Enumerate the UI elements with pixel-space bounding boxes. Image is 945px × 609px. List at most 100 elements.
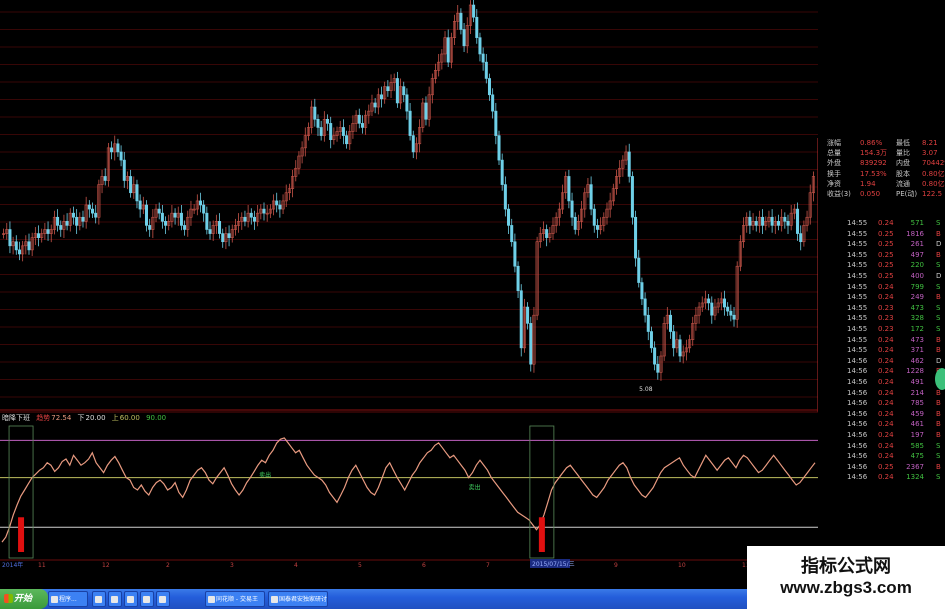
tick-row[interactable]: 14:56 0.24 214 B xyxy=(818,388,945,399)
taskbar-button[interactable]: 国泰君安独家研讨 xyxy=(268,591,328,607)
candle-body xyxy=(129,176,133,194)
tick-side: S xyxy=(936,452,941,461)
time-tick-label: 7 xyxy=(486,562,490,569)
tick-row[interactable]: 14:55 0.24 571 S xyxy=(818,218,945,229)
candle-body xyxy=(507,208,511,226)
candle-body xyxy=(75,216,79,226)
watermark-url: www.zbgs3.com xyxy=(780,578,912,597)
quote-row: 收益(3) 0.050 PE(动) 122.5 xyxy=(818,189,945,199)
tick-time: 14:56 xyxy=(847,452,868,461)
candle-body xyxy=(656,363,660,373)
taskbar-button[interactable]: 程序... xyxy=(48,591,88,607)
tick-row[interactable]: 14:55 0.25 1816 B xyxy=(818,229,945,240)
quick-launch-icon[interactable] xyxy=(92,591,106,607)
tick-row[interactable]: 14:56 0.24 785 B xyxy=(818,398,945,409)
quick-launch-icon[interactable] xyxy=(156,591,170,607)
quote-row: 涨幅 0.86% 最低 8.21 xyxy=(818,138,945,148)
tick-row[interactable]: 14:56 0.25 2367 B xyxy=(818,462,945,473)
tick-row[interactable]: 14:55 0.25 497 B xyxy=(818,250,945,261)
tick-row[interactable]: 14:55 0.24 249 B xyxy=(818,292,945,303)
tick-price: 0.24 xyxy=(878,335,894,344)
candle-body xyxy=(160,212,164,222)
candle-body xyxy=(65,221,69,226)
quote-value: 122.5 xyxy=(922,190,943,198)
candle-body xyxy=(748,216,752,226)
tick-volume: 459 xyxy=(910,409,924,418)
quick-launch-icon[interactable] xyxy=(108,591,122,607)
low-price-label: 5.08 xyxy=(639,386,653,393)
candle-body xyxy=(484,61,488,79)
quick-launch-icon[interactable] xyxy=(140,591,154,607)
tick-price: 0.23 xyxy=(878,314,894,323)
tick-row[interactable]: 14:55 0.23 172 S xyxy=(818,324,945,335)
tick-time: 14:56 xyxy=(847,378,868,386)
quote-label: 最低 xyxy=(896,139,910,147)
candle-body xyxy=(732,314,736,320)
side-toggle-button[interactable] xyxy=(935,368,945,390)
candle-body xyxy=(411,135,415,153)
candle-body xyxy=(386,86,390,92)
tick-row[interactable]: 14:560.241228B xyxy=(818,366,945,377)
tick-row[interactable]: 14:55 0.25 220 S xyxy=(818,260,945,271)
time-tick-label: 4 xyxy=(294,562,298,569)
quick-launch-icon[interactable] xyxy=(124,591,138,607)
quote-label: 流通 xyxy=(896,179,910,188)
tick-row[interactable]: 14:55 0.24 371 B xyxy=(818,345,945,356)
candle-body xyxy=(634,216,638,259)
candle-body xyxy=(491,94,495,112)
tick-row[interactable]: 14:56 0.24 197 B xyxy=(818,430,945,441)
candle-body xyxy=(59,225,63,230)
candle-body xyxy=(529,323,533,365)
stock-chart[interactable]: 5.08 9.308.958.608.257.907.557.206.856.5… xyxy=(0,0,945,609)
tick-row[interactable]: 14:55 0.24 473 B xyxy=(818,335,945,346)
quote-label: 净资 xyxy=(827,179,841,188)
tick-row[interactable]: 14:56 0.24 462 D xyxy=(818,356,945,367)
tick-row[interactable]: 14:55 0.24 799 S xyxy=(818,282,945,293)
tick-time: 14:55 xyxy=(847,240,868,249)
quote-label: 涨幅 xyxy=(827,139,841,147)
tick-volume: 371 xyxy=(910,346,924,355)
tick-time: 14:56 xyxy=(847,399,868,408)
tick-side: D xyxy=(936,272,942,280)
tick-row[interactable]: 14:55 0.23 473 S xyxy=(818,303,945,314)
candle-body xyxy=(637,257,641,283)
candle-body xyxy=(179,212,183,226)
candle-body xyxy=(183,225,187,230)
tick-row[interactable]: 14:560.24491B xyxy=(818,377,945,388)
candle-body xyxy=(796,208,800,234)
tick-row[interactable]: 14:55 0.25 400 D xyxy=(818,271,945,282)
tick-row[interactable]: 14:56 0.24 475 S xyxy=(818,451,945,462)
tick-volume: 400 xyxy=(910,272,924,280)
tick-row[interactable]: 14:56 0.24 585 S xyxy=(818,441,945,452)
candle-body xyxy=(503,184,507,210)
tick-time: 14:55 xyxy=(847,261,868,270)
candle-body xyxy=(589,184,593,210)
tick-side: S xyxy=(936,261,941,270)
tick-price: 0.24 xyxy=(878,452,894,461)
quote-row: 换手 17.53% 股本 0.80亿 xyxy=(818,169,945,179)
candlesticks: 5.08 xyxy=(2,0,815,393)
candle-body xyxy=(56,216,60,226)
candle-body xyxy=(729,310,733,316)
candle-body xyxy=(249,212,253,218)
tick-row[interactable]: 14:55 0.25 261 D xyxy=(818,239,945,250)
app-icon xyxy=(95,596,102,603)
time-tick-label: 5 xyxy=(358,562,362,569)
candle-body xyxy=(754,221,758,226)
time-tick-label: 10 xyxy=(678,562,686,569)
quote-row: 总量 154.3万 量比 3.07 xyxy=(818,148,945,158)
time-tick-label: 6 xyxy=(422,562,426,569)
tick-time: 14:56 xyxy=(847,388,868,397)
tick-time: 14:56 xyxy=(847,473,868,482)
tick-volume: 249 xyxy=(910,293,924,302)
candle-body xyxy=(402,86,406,96)
indicator-header: 暗降下班 趋势72.54 下20.00 上60.00 90.00 xyxy=(2,413,170,423)
tick-row[interactable]: 14:56 0.24 461 B xyxy=(818,419,945,430)
taskbar-button[interactable]: 同花顺 - 交易王 xyxy=(205,591,265,607)
tick-row[interactable]: 14:56 0.24 459 B xyxy=(818,409,945,420)
tick-row[interactable]: 14:55 0.23 328 S xyxy=(818,313,945,324)
tick-row[interactable]: 14:56 0.24 1324 S xyxy=(818,472,945,483)
candle-body xyxy=(119,151,123,161)
candle-body xyxy=(668,314,673,332)
candle-body xyxy=(379,94,384,100)
